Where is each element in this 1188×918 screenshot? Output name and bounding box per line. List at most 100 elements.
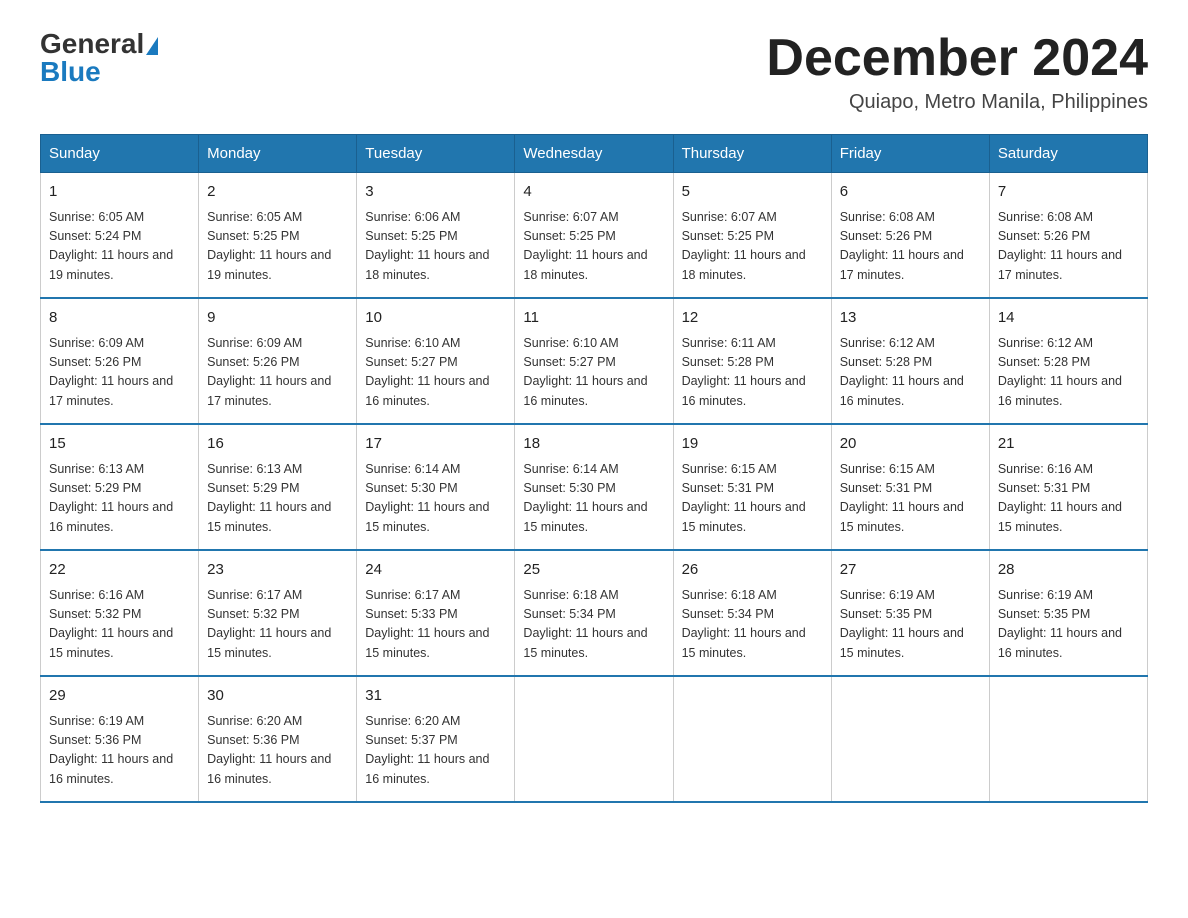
day-info: Sunrise: 6:18 AMSunset: 5:34 PMDaylight:… (682, 588, 806, 660)
col-wednesday: Wednesday (515, 135, 673, 173)
day-number: 6 (840, 181, 981, 204)
table-row: 25 Sunrise: 6:18 AMSunset: 5:34 PMDayligh… (515, 550, 673, 676)
day-info: Sunrise: 6:15 AMSunset: 5:31 PMDaylight:… (682, 462, 806, 534)
logo-blue-text: Blue (40, 56, 101, 87)
table-row: 24 Sunrise: 6:17 AMSunset: 5:33 PMDayligh… (357, 550, 515, 676)
table-row: 4 Sunrise: 6:07 AMSunset: 5:25 PMDaylight… (515, 173, 673, 299)
table-row: 13 Sunrise: 6:12 AMSunset: 5:28 PMDayligh… (831, 298, 989, 424)
day-number: 31 (365, 685, 506, 708)
table-row: 17Sunrise: 6:14 AMSunset: 5:30 PMDayligh… (357, 424, 515, 550)
table-row: 22Sunrise: 6:16 AMSunset: 5:32 PMDayligh… (41, 550, 199, 676)
day-info: Sunrise: 6:17 AMSunset: 5:33 PMDaylight:… (365, 588, 489, 660)
day-number: 26 (682, 559, 823, 582)
day-number: 19 (682, 433, 823, 456)
col-friday: Friday (831, 135, 989, 173)
calendar-week-row: 22Sunrise: 6:16 AMSunset: 5:32 PMDayligh… (41, 550, 1148, 676)
table-row: 11 Sunrise: 6:10 AMSunset: 5:27 PMDayligh… (515, 298, 673, 424)
day-info: Sunrise: 6:08 AMSunset: 5:26 PMDaylight:… (840, 210, 964, 282)
table-row: 28 Sunrise: 6:19 AMSunset: 5:35 PMDayligh… (989, 550, 1147, 676)
col-sunday: Sunday (41, 135, 199, 173)
table-row: 31 Sunrise: 6:20 AMSunset: 5:37 PMDayligh… (357, 676, 515, 802)
logo-general-line: General (40, 30, 158, 58)
day-info: Sunrise: 6:15 AMSunset: 5:31 PMDaylight:… (840, 462, 964, 534)
day-info: Sunrise: 6:05 AMSunset: 5:24 PMDaylight:… (49, 210, 173, 282)
day-info: Sunrise: 6:18 AMSunset: 5:34 PMDaylight:… (523, 588, 647, 660)
day-number: 3 (365, 181, 506, 204)
day-number: 16 (207, 433, 348, 456)
table-row: 8Sunrise: 6:09 AMSunset: 5:26 PMDaylight… (41, 298, 199, 424)
table-row: 14 Sunrise: 6:12 AMSunset: 5:28 PMDayligh… (989, 298, 1147, 424)
table-row: 6 Sunrise: 6:08 AMSunset: 5:26 PMDaylight… (831, 173, 989, 299)
table-row: 5 Sunrise: 6:07 AMSunset: 5:25 PMDaylight… (673, 173, 831, 299)
table-row: 26 Sunrise: 6:18 AMSunset: 5:34 PMDayligh… (673, 550, 831, 676)
table-row (831, 676, 989, 802)
table-row: 23 Sunrise: 6:17 AMSunset: 5:32 PMDayligh… (199, 550, 357, 676)
day-info: Sunrise: 6:19 AMSunset: 5:35 PMDaylight:… (998, 588, 1122, 660)
table-row: 12Sunrise: 6:11 AMSunset: 5:28 PMDayligh… (673, 298, 831, 424)
day-number: 23 (207, 559, 348, 582)
logo-triangle-icon (146, 37, 158, 55)
day-number: 5 (682, 181, 823, 204)
day-number: 4 (523, 181, 664, 204)
day-number: 27 (840, 559, 981, 582)
logo: General Blue (40, 30, 158, 86)
table-row: 19 Sunrise: 6:15 AMSunset: 5:31 PMDayligh… (673, 424, 831, 550)
day-number: 10 (365, 307, 506, 330)
day-number: 29 (49, 685, 190, 708)
table-row (673, 676, 831, 802)
col-saturday: Saturday (989, 135, 1147, 173)
day-info: Sunrise: 6:19 AMSunset: 5:35 PMDaylight:… (840, 588, 964, 660)
day-number: 21 (998, 433, 1139, 456)
day-number: 9 (207, 307, 348, 330)
col-monday: Monday (199, 135, 357, 173)
col-thursday: Thursday (673, 135, 831, 173)
day-info: Sunrise: 6:08 AMSunset: 5:26 PMDaylight:… (998, 210, 1122, 282)
col-tuesday: Tuesday (357, 135, 515, 173)
day-info: Sunrise: 6:12 AMSunset: 5:28 PMDaylight:… (998, 336, 1122, 408)
table-row: 30Sunrise: 6:20 AMSunset: 5:36 PMDayligh… (199, 676, 357, 802)
table-row: 3 Sunrise: 6:06 AMSunset: 5:25 PMDaylight… (357, 173, 515, 299)
month-title: December 2024 (766, 30, 1148, 87)
day-info: Sunrise: 6:10 AMSunset: 5:27 PMDaylight:… (523, 336, 647, 408)
day-info: Sunrise: 6:14 AMSunset: 5:30 PMDaylight:… (523, 462, 647, 534)
day-info: Sunrise: 6:13 AMSunset: 5:29 PMDaylight:… (207, 462, 331, 534)
day-info: Sunrise: 6:20 AMSunset: 5:36 PMDaylight:… (207, 714, 331, 786)
day-info: Sunrise: 6:05 AMSunset: 5:25 PMDaylight:… (207, 210, 331, 282)
day-info: Sunrise: 6:10 AMSunset: 5:27 PMDaylight:… (365, 336, 489, 408)
table-row: 15Sunrise: 6:13 AMSunset: 5:29 PMDayligh… (41, 424, 199, 550)
calendar-week-row: 15Sunrise: 6:13 AMSunset: 5:29 PMDayligh… (41, 424, 1148, 550)
day-number: 11 (523, 307, 664, 330)
table-row (989, 676, 1147, 802)
day-number: 7 (998, 181, 1139, 204)
day-info: Sunrise: 6:17 AMSunset: 5:32 PMDaylight:… (207, 588, 331, 660)
day-number: 22 (49, 559, 190, 582)
day-info: Sunrise: 6:07 AMSunset: 5:25 PMDaylight:… (682, 210, 806, 282)
logo-general-text: General (40, 28, 158, 59)
day-number: 14 (998, 307, 1139, 330)
calendar-week-row: 29 Sunrise: 6:19 AMSunset: 5:36 PMDayligh… (41, 676, 1148, 802)
day-info: Sunrise: 6:19 AMSunset: 5:36 PMDaylight:… (49, 714, 173, 786)
page-header: General Blue December 2024 Quiapo, Metro… (40, 30, 1148, 114)
table-row: 7 Sunrise: 6:08 AMSunset: 5:26 PMDaylight… (989, 173, 1147, 299)
day-number: 24 (365, 559, 506, 582)
table-row: 16 Sunrise: 6:13 AMSunset: 5:29 PMDayligh… (199, 424, 357, 550)
day-number: 25 (523, 559, 664, 582)
day-info: Sunrise: 6:20 AMSunset: 5:37 PMDaylight:… (365, 714, 489, 786)
day-number: 13 (840, 307, 981, 330)
day-info: Sunrise: 6:13 AMSunset: 5:29 PMDaylight:… (49, 462, 173, 534)
calendar-table: Sunday Monday Tuesday Wednesday Thursday… (40, 134, 1148, 803)
day-info: Sunrise: 6:06 AMSunset: 5:25 PMDaylight:… (365, 210, 489, 282)
day-info: Sunrise: 6:07 AMSunset: 5:25 PMDaylight:… (523, 210, 647, 282)
day-info: Sunrise: 6:16 AMSunset: 5:31 PMDaylight:… (998, 462, 1122, 534)
day-number: 17 (365, 433, 506, 456)
day-info: Sunrise: 6:09 AMSunset: 5:26 PMDaylight:… (207, 336, 331, 408)
table-row (515, 676, 673, 802)
location-label: Quiapo, Metro Manila, Philippines (766, 91, 1148, 114)
table-row: 29 Sunrise: 6:19 AMSunset: 5:36 PMDayligh… (41, 676, 199, 802)
calendar-week-row: 1 Sunrise: 6:05 AMSunset: 5:24 PMDaylight… (41, 173, 1148, 299)
day-info: Sunrise: 6:12 AMSunset: 5:28 PMDaylight:… (840, 336, 964, 408)
calendar-week-row: 8Sunrise: 6:09 AMSunset: 5:26 PMDaylight… (41, 298, 1148, 424)
day-number: 28 (998, 559, 1139, 582)
day-number: 1 (49, 181, 190, 204)
table-row: 27 Sunrise: 6:19 AMSunset: 5:35 PMDayligh… (831, 550, 989, 676)
